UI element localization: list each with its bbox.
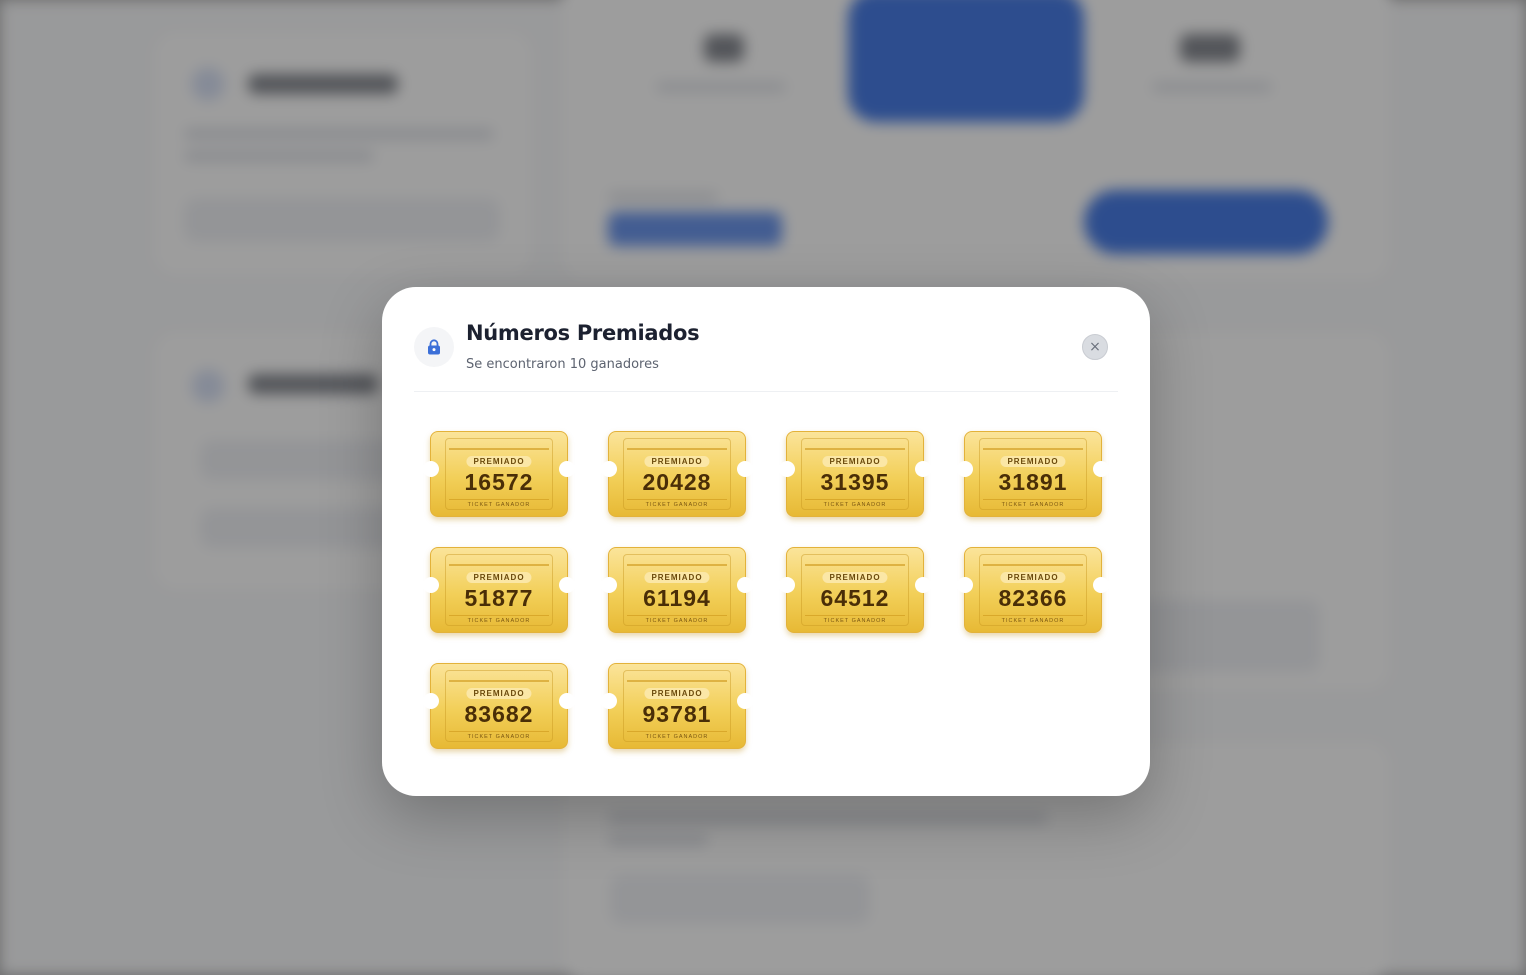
ticket-number: 61194 — [643, 585, 711, 611]
ticket-caption: TICKET GANADOR — [1001, 502, 1065, 508]
ticket-number: 83682 — [464, 701, 534, 727]
winning-ticket[interactable]: PREMIADO 20428 TICKET GANADOR — [601, 431, 753, 517]
ticket-number: 31395 — [820, 469, 890, 495]
ticket-number: 31891 — [998, 469, 1068, 495]
ticket-divider — [627, 680, 727, 682]
winning-ticket[interactable]: PREMIADO 83682 TICKET GANADOR — [423, 663, 575, 749]
ticket-divider — [983, 499, 1083, 500]
ticket-number: 20428 — [642, 469, 712, 495]
ticket-caption: TICKET GANADOR — [645, 502, 709, 508]
ticket-number: 64512 — [820, 585, 890, 611]
ticket-divider — [627, 448, 727, 450]
ticket-divider — [449, 499, 549, 500]
winning-ticket[interactable]: PREMIADO 16572 TICKET GANADOR — [423, 431, 575, 517]
ticket-badge: PREMIADO — [466, 572, 532, 583]
ticket-caption: TICKET GANADOR — [645, 618, 709, 624]
winning-numbers-modal: Números Premiados Se encontraron 10 gana… — [382, 287, 1150, 796]
ticket-divider — [627, 499, 727, 500]
ticket-badge: PREMIADO — [644, 456, 710, 467]
ticket-caption: TICKET GANADOR — [467, 502, 531, 508]
modal-title: Números Premiados — [466, 321, 700, 345]
ticket-number: 16572 — [464, 469, 534, 495]
close-button[interactable]: × — [1082, 334, 1108, 360]
ticket-caption: TICKET GANADOR — [823, 502, 887, 508]
ticket-divider — [805, 564, 905, 566]
close-icon: × — [1089, 339, 1101, 355]
ticket-divider — [805, 499, 905, 500]
ticket-badge: PREMIADO — [822, 572, 888, 583]
ticket-divider — [449, 731, 549, 732]
winning-ticket[interactable]: PREMIADO 51877 TICKET GANADOR — [423, 547, 575, 633]
ticket-divider — [983, 448, 1083, 450]
winning-ticket[interactable]: PREMIADO 31395 TICKET GANADOR — [779, 431, 931, 517]
ticket-caption: TICKET GANADOR — [467, 618, 531, 624]
ticket-grid: PREMIADO 16572 TICKET GANADOR PREMIADO 20428… — [423, 431, 1109, 749]
ticket-number: 93781 — [642, 701, 712, 727]
ticket-number: 51877 — [464, 585, 534, 611]
ticket-divider — [627, 615, 727, 616]
winning-ticket[interactable]: PREMIADO 82366 TICKET GANADOR — [957, 547, 1109, 633]
ticket-divider — [627, 731, 727, 732]
ticket-badge: PREMIADO — [644, 688, 710, 699]
ticket-divider — [983, 615, 1083, 616]
ticket-divider — [627, 564, 727, 566]
ticket-divider — [449, 615, 549, 616]
ticket-badge: PREMIADO — [466, 456, 532, 467]
modal-subtitle: Se encontraron 10 ganadores — [466, 357, 659, 372]
ticket-badge: PREMIADO — [644, 572, 710, 583]
ticket-caption: TICKET GANADOR — [467, 734, 531, 740]
ticket-badge: PREMIADO — [466, 688, 532, 699]
modal-header: Números Premiados Se encontraron 10 gana… — [414, 319, 1118, 392]
ticket-divider — [805, 615, 905, 616]
ticket-caption: TICKET GANADOR — [823, 618, 887, 624]
winning-ticket[interactable]: PREMIADO 64512 TICKET GANADOR — [779, 547, 931, 633]
ticket-divider — [805, 448, 905, 450]
ticket-divider — [449, 680, 549, 682]
ticket-divider — [983, 564, 1083, 566]
ticket-badge: PREMIADO — [1000, 572, 1066, 583]
ticket-badge: PREMIADO — [1000, 456, 1066, 467]
lock-icon — [414, 327, 454, 367]
ticket-number: 82366 — [998, 585, 1068, 611]
ticket-divider — [449, 564, 549, 566]
ticket-divider — [449, 448, 549, 450]
winning-ticket[interactable]: PREMIADO 61194 TICKET GANADOR — [601, 547, 753, 633]
ticket-caption: TICKET GANADOR — [1001, 618, 1065, 624]
ticket-caption: TICKET GANADOR — [645, 734, 709, 740]
ticket-badge: PREMIADO — [822, 456, 888, 467]
winning-ticket[interactable]: PREMIADO 31891 TICKET GANADOR — [957, 431, 1109, 517]
winning-ticket[interactable]: PREMIADO 93781 TICKET GANADOR — [601, 663, 753, 749]
